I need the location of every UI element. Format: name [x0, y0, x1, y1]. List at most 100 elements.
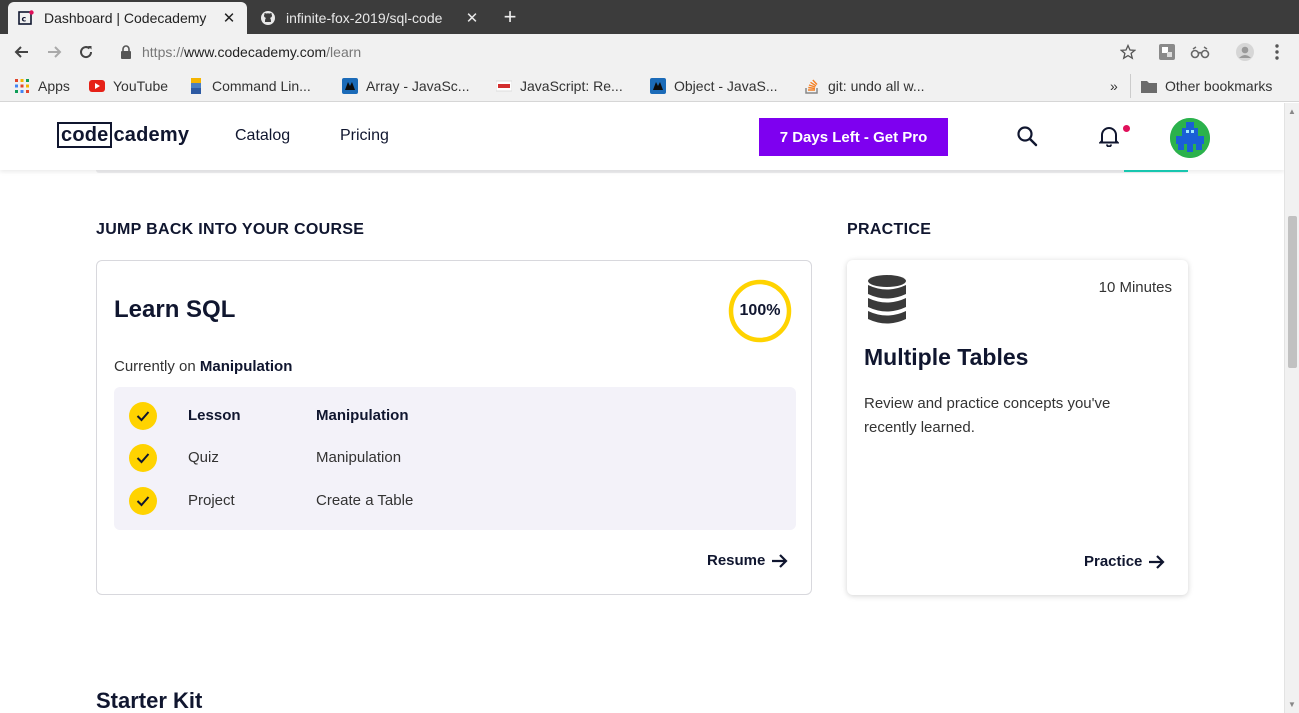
practice-section-label: PRACTICE — [847, 221, 932, 238]
tab-title: Dashboard | Codecademy — [44, 10, 207, 26]
mdn-icon — [650, 78, 666, 94]
extension-icon[interactable] — [1157, 42, 1177, 62]
browser-tab-github[interactable]: infinite-fox-2019/sql-code ✕ — [250, 2, 490, 34]
course-card: Learn SQL 100% Currently on Manipulation… — [96, 260, 812, 595]
bookmark-object-javascript[interactable]: Object - JavaS... — [650, 76, 777, 96]
logo-rest-text: cademy — [113, 123, 190, 146]
practice-link-label: Practice — [1084, 553, 1143, 570]
youtube-icon — [89, 78, 105, 94]
item-name: Manipulation — [316, 449, 402, 466]
url-scheme: https:// — [142, 44, 185, 60]
codecademy-logo[interactable]: code cademy — [57, 121, 189, 149]
stackoverflow-icon — [804, 78, 820, 94]
apps-grid-icon — [14, 78, 30, 94]
scroll-up-arrow-icon[interactable]: ▲ — [1288, 107, 1296, 116]
bookmark-youtube[interactable]: YouTube — [89, 76, 168, 96]
search-icon[interactable] — [1016, 125, 1038, 147]
item-type: Project — [188, 492, 235, 509]
profile-avatar-icon[interactable] — [1235, 42, 1255, 62]
resume-label: Resume — [707, 552, 766, 569]
get-pro-button[interactable]: 7 Days Left - Get Pro — [759, 118, 948, 156]
item-name: Create a Table — [316, 492, 414, 509]
notification-bell-icon[interactable] — [1098, 125, 1121, 148]
checkmark-icon — [129, 444, 157, 472]
bookmark-git-undo[interactable]: git: undo all w... — [804, 76, 925, 96]
bookmark-array-javascript[interactable]: Array - JavaSc... — [342, 76, 469, 96]
arrow-right-icon — [1149, 554, 1165, 569]
page-scrollbar[interactable]: ▲ ▼ — [1284, 103, 1299, 713]
scrollbar-thumb[interactable] — [1288, 216, 1297, 368]
javascript-site-icon — [496, 78, 512, 94]
bookmark-star-icon[interactable] — [1118, 42, 1138, 62]
svg-text:c: c — [22, 15, 27, 24]
browser-tab-dashboard[interactable]: c Dashboard | Codecademy ✕ — [8, 2, 247, 34]
reload-icon[interactable] — [74, 40, 98, 64]
progress-percent: 100% — [739, 302, 781, 319]
browser-toolbar: https://www.codecademy.com/learn — [0, 34, 1299, 70]
course-section-label: JUMP BACK INTO YOUR COURSE — [96, 221, 365, 238]
bookmark-label: Other bookmarks — [1165, 78, 1273, 94]
practice-link[interactable]: Practice — [1084, 553, 1166, 570]
bookmark-label: git: undo all w... — [828, 78, 925, 94]
extension-glasses-icon[interactable] — [1190, 42, 1210, 62]
bookmark-label: Apps — [38, 78, 70, 94]
list-item[interactable]: Lesson Manipulation — [114, 401, 796, 431]
starter-kit-heading: Starter Kit — [96, 688, 203, 713]
browser-tab-bar: c Dashboard | Codecademy ✕ infinite-fox-… — [0, 0, 1299, 34]
notification-badge — [1123, 125, 1130, 132]
nav-catalog[interactable]: Catalog — [235, 127, 290, 145]
tab-close-icon[interactable]: ✕ — [464, 9, 480, 27]
bookmark-label: Array - JavaSc... — [366, 78, 470, 94]
tab-title: infinite-fox-2019/sql-code — [286, 10, 443, 26]
page-viewport: code cademy Catalog Pricing 7 Days Left -… — [0, 103, 1284, 713]
bookmark-apps[interactable]: Apps — [14, 76, 70, 96]
practice-duration: 10 Minutes — [1098, 279, 1172, 296]
currently-on-text: Currently on Manipulation — [114, 358, 292, 375]
checkmark-icon — [129, 487, 157, 515]
bookmark-command-line[interactable]: Command Lin... — [188, 76, 311, 96]
item-name: Manipulation — [316, 407, 409, 424]
url-host: www.codecademy.com — [184, 44, 327, 60]
list-item[interactable]: Quiz Manipulation — [114, 443, 796, 473]
bookmark-label: Object - JavaS... — [674, 78, 778, 94]
item-type: Quiz — [188, 449, 219, 466]
scroll-down-arrow-icon[interactable]: ▼ — [1288, 700, 1296, 709]
mdn-icon — [342, 78, 358, 94]
nav-pricing[interactable]: Pricing — [340, 127, 389, 145]
practice-title: Multiple Tables — [864, 344, 1029, 370]
bookmark-other-bookmarks[interactable]: Other bookmarks — [1141, 76, 1272, 96]
currently-prefix: Currently on — [114, 358, 196, 375]
bookmarks-divider — [1130, 74, 1131, 98]
user-avatar[interactable] — [1170, 118, 1210, 158]
logo-box-text: code — [57, 122, 113, 148]
checkmark-icon — [129, 402, 157, 430]
item-type: Lesson — [188, 407, 241, 424]
tab-close-icon[interactable]: ✕ — [221, 9, 237, 27]
bookmark-label: JavaScript: Re... — [520, 78, 623, 94]
command-line-icon — [188, 78, 204, 94]
back-arrow-icon[interactable] — [10, 40, 34, 64]
new-tab-plus-icon[interactable]: + — [498, 4, 522, 30]
resume-link[interactable]: Resume — [707, 552, 789, 569]
bookmark-javascript-re[interactable]: JavaScript: Re... — [496, 76, 623, 96]
bookmark-label: Command Lin... — [212, 78, 311, 94]
bookmark-label: YouTube — [113, 78, 169, 94]
practice-card[interactable]: 10 Minutes Multiple Tables Review and pr… — [847, 260, 1188, 595]
forward-arrow-icon[interactable] — [42, 40, 66, 64]
list-item[interactable]: Project Create a Table — [114, 486, 796, 516]
currently-on-module: Manipulation — [199, 358, 293, 375]
bookmarks-bar: Apps YouTube Command Lin... Array - Java… — [0, 70, 1299, 102]
url-path: /learn — [326, 44, 362, 60]
active-nav-indicator — [1124, 170, 1188, 172]
header-shadow-strip — [96, 170, 1188, 173]
codecademy-favicon-icon: c — [18, 10, 34, 26]
database-icon — [868, 275, 906, 324]
arrow-right-icon — [772, 553, 788, 568]
bookmarks-overflow-chevron-icon[interactable]: » — [1110, 76, 1118, 96]
address-bar[interactable]: https://www.codecademy.com/learn — [114, 37, 1148, 67]
course-title[interactable]: Learn SQL — [114, 296, 235, 324]
kebab-menu-icon[interactable] — [1267, 42, 1287, 62]
course-items-list: Lesson Manipulation Quiz Manipulation Pr… — [114, 387, 796, 530]
folder-icon — [1141, 78, 1157, 94]
github-favicon-icon — [260, 10, 276, 26]
